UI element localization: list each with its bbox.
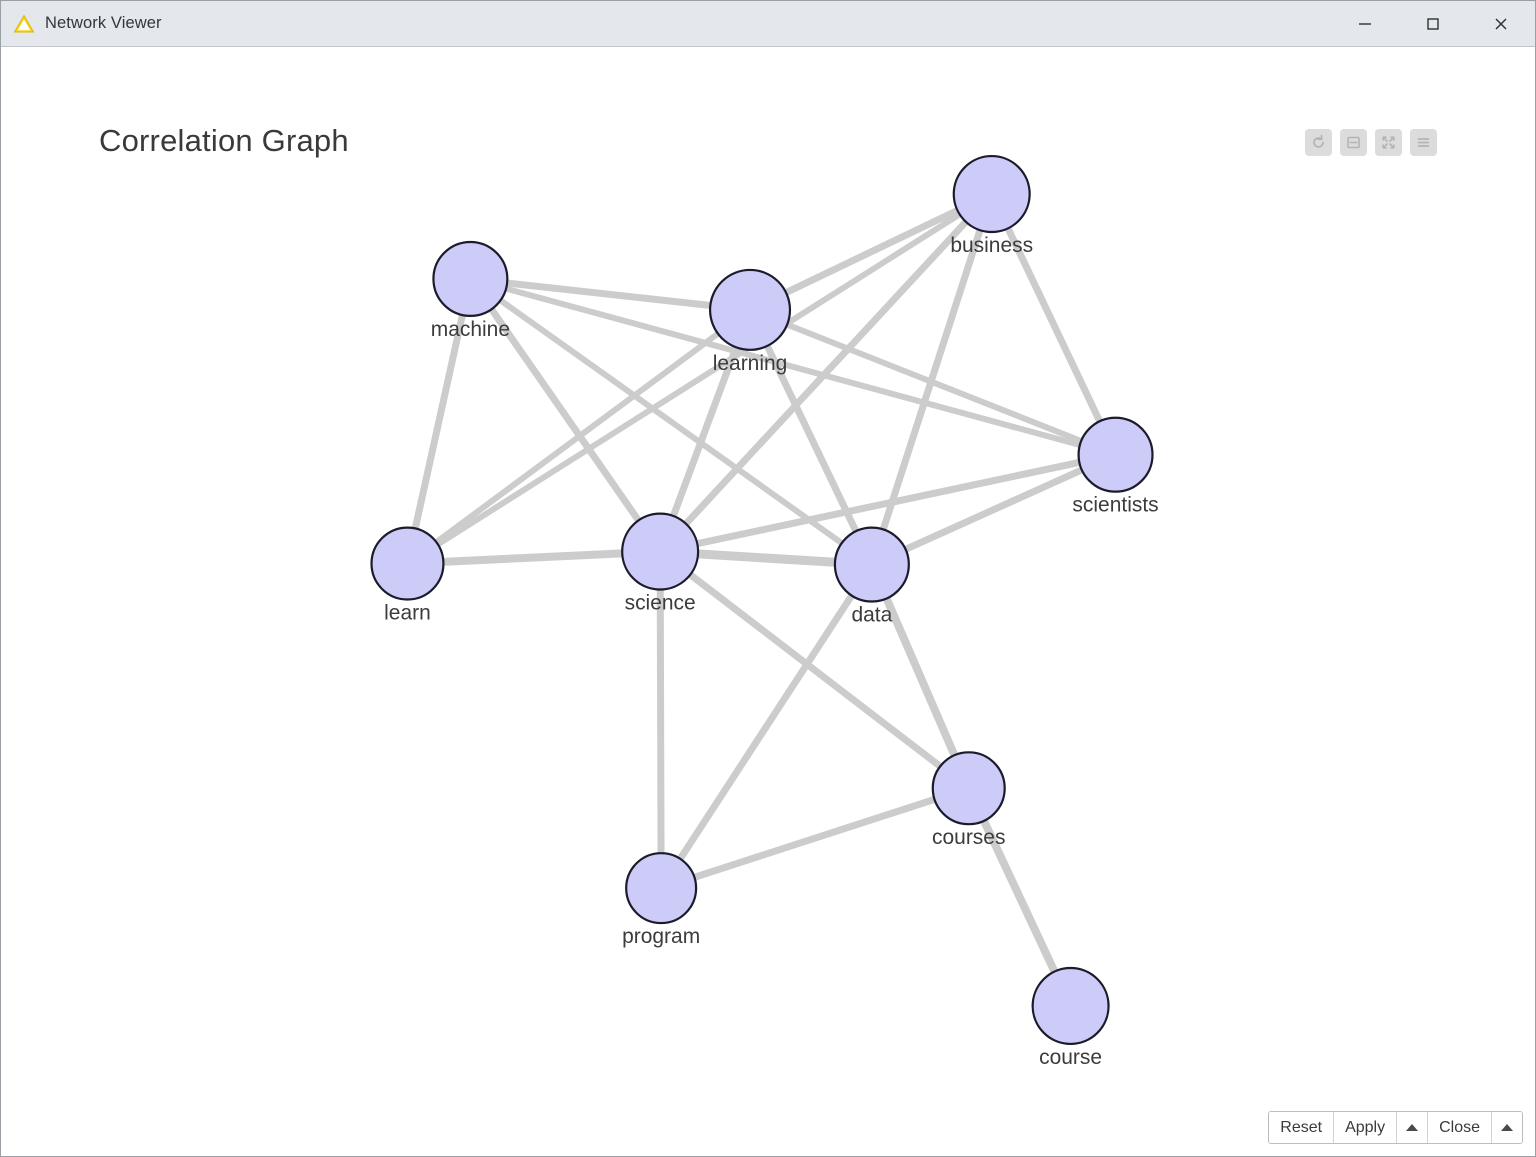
node-label: learning bbox=[713, 352, 788, 375]
graph-node[interactable]: course bbox=[1031, 966, 1110, 1069]
node-circle[interactable] bbox=[952, 154, 1031, 234]
node-label: scientists bbox=[1072, 494, 1158, 517]
node-label: program bbox=[622, 925, 700, 948]
graph-node[interactable]: learning bbox=[708, 268, 792, 375]
graph-edge bbox=[404, 306, 754, 567]
window-title: Network Viewer bbox=[45, 14, 162, 32]
apply-options-button[interactable] bbox=[1397, 1112, 1429, 1143]
graph-node[interactable]: learn bbox=[370, 526, 445, 625]
maximize-icon bbox=[1427, 17, 1439, 30]
node-circle[interactable] bbox=[370, 526, 445, 601]
reset-button[interactable]: Reset bbox=[1269, 1112, 1335, 1143]
node-label: data bbox=[851, 603, 892, 626]
node-label: learn bbox=[384, 601, 431, 624]
graph-node[interactable]: data bbox=[833, 526, 910, 627]
close-options-button[interactable] bbox=[1492, 1112, 1522, 1143]
node-circle[interactable] bbox=[931, 751, 1006, 826]
node-circle[interactable] bbox=[708, 268, 792, 351]
node-circle[interactable] bbox=[1031, 966, 1110, 1046]
window-controls bbox=[1331, 1, 1535, 46]
node-label: business bbox=[950, 234, 1033, 257]
graph-node[interactable]: scientists bbox=[1072, 416, 1159, 517]
node-label: courses bbox=[932, 826, 1005, 849]
node-circle[interactable] bbox=[432, 240, 509, 317]
graph-node[interactable]: program bbox=[622, 852, 700, 948]
close-window-button[interactable] bbox=[1467, 1, 1535, 46]
node-label: course bbox=[1039, 1046, 1102, 1069]
node-circle[interactable] bbox=[833, 526, 910, 603]
caret-up-icon bbox=[1406, 1124, 1419, 1131]
maximize-button[interactable] bbox=[1399, 1, 1467, 46]
graph-node[interactable]: courses bbox=[931, 751, 1006, 849]
apply-button[interactable]: Apply bbox=[1334, 1112, 1398, 1143]
graph-content-area: Correlation Graph business machine learn… bbox=[1, 47, 1535, 1156]
caret-up-icon bbox=[1501, 1124, 1513, 1131]
node-circle[interactable] bbox=[621, 512, 700, 591]
node-label: machine bbox=[431, 318, 510, 341]
node-circle[interactable] bbox=[1077, 416, 1154, 493]
warning-triangle-icon bbox=[13, 13, 35, 35]
node-label: science bbox=[625, 591, 696, 614]
footer-button-bar: Reset Apply Close bbox=[1268, 1111, 1523, 1144]
close-button[interactable]: Close bbox=[1428, 1112, 1492, 1143]
title-bar: Network Viewer bbox=[1, 1, 1535, 47]
network-graph[interactable]: business machine learning scientists learn sc… bbox=[1, 47, 1535, 1156]
graph-node[interactable]: science bbox=[621, 512, 700, 615]
graph-node[interactable]: business bbox=[950, 154, 1033, 257]
minimize-icon bbox=[1359, 22, 1371, 25]
minimize-button[interactable] bbox=[1331, 1, 1399, 46]
node-circle[interactable] bbox=[625, 852, 698, 925]
graph-edge bbox=[467, 275, 1119, 458]
graph-node[interactable]: machine bbox=[431, 240, 510, 341]
graph-edge bbox=[656, 548, 973, 792]
graph-edge bbox=[657, 784, 973, 892]
network-viewer-window: Network Viewer Correlation Graph busines… bbox=[0, 0, 1536, 1157]
close-icon bbox=[1495, 18, 1507, 29]
